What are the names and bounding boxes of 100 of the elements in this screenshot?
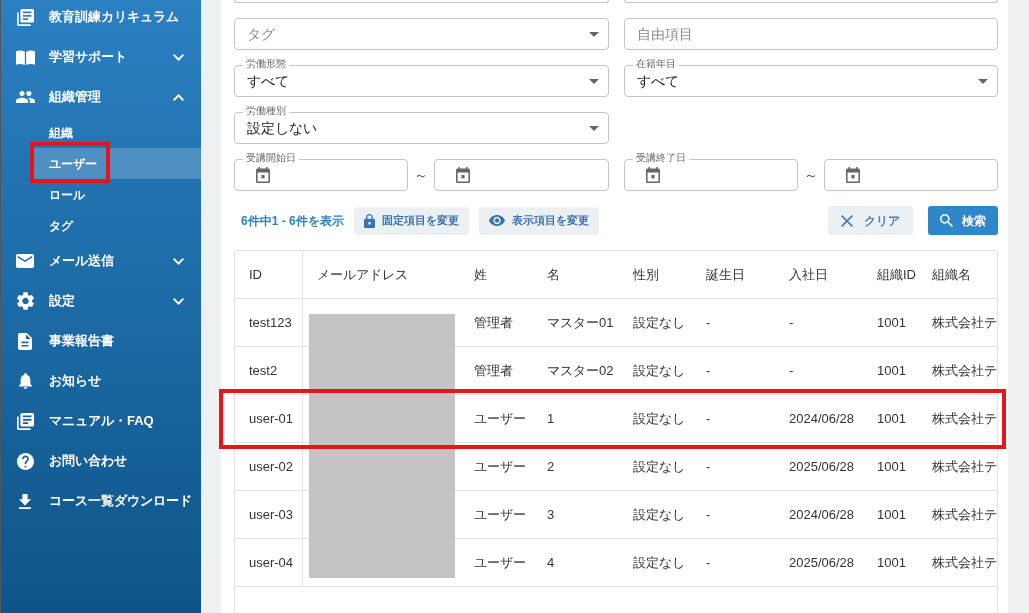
lock-icon [363, 213, 375, 228]
table-cell: user-02 [235, 443, 303, 490]
stacked-pages-icon [16, 8, 34, 26]
table-cell-text: 2024/06/28 [788, 505, 856, 524]
column-header: 誕生日 [705, 265, 746, 284]
table-cell-text: 1001 [876, 553, 907, 572]
caret-down-icon [588, 31, 599, 37]
people-icon [15, 91, 35, 103]
caret-down-icon [588, 78, 599, 84]
field-label: 受講開始日 [243, 152, 299, 164]
help-icon [16, 452, 34, 470]
table-cell-text: 1 [546, 409, 556, 428]
table-cell-text: マスター01 [546, 313, 615, 332]
table-cell-text: ユーザー [473, 409, 527, 428]
table-cell-text: 株式会社テ [931, 313, 997, 332]
table-cell-text: 1001 [876, 457, 907, 476]
sidebar-item[interactable]: メール送信 [1, 241, 201, 281]
sidebar-subitem[interactable]: 組織 [34, 123, 201, 142]
table-cell-text: 株式会社テ [931, 361, 997, 380]
open-book-icon [15, 49, 35, 65]
text-input[interactable]: 自由項目 [623, 18, 998, 50]
table-cell-text: - [705, 457, 712, 476]
table-cell: user-04 [235, 539, 303, 586]
table-cell-text: 1001 [876, 505, 907, 524]
table-cell-text: 設定なし [632, 409, 686, 428]
table-cell-text: - [788, 361, 795, 380]
table-cell-text: - [705, 313, 712, 332]
close-icon [841, 214, 853, 227]
sidebar-subitem[interactable]: ユーザー [34, 148, 201, 179]
envelope-icon [16, 254, 34, 268]
sidebar-item[interactable]: 組織管理 [1, 77, 201, 117]
table-cell-text: ユーザー [473, 505, 527, 524]
download-icon [19, 493, 31, 509]
column-header: 名 [546, 265, 561, 284]
table-cell-text: 株式会社テ [931, 409, 997, 428]
stacked-pages-icon [16, 412, 34, 430]
column-header: メールアドレス [316, 265, 409, 284]
column-header: 性別 [632, 265, 660, 284]
table-cell-text: - [705, 361, 712, 380]
toolbar-button[interactable]: 固定項目を変更 [353, 206, 469, 235]
field-label: 在籍年目 [632, 58, 679, 70]
column-header: ID [235, 251, 303, 298]
toolbar-button[interactable]: 表示項目を変更 [478, 206, 599, 235]
sidebar-item[interactable]: お知らせ [1, 361, 201, 401]
document-icon [18, 332, 32, 350]
table-cell-text: - [788, 313, 795, 332]
table-cell-text: 1001 [876, 361, 907, 380]
date-field[interactable] [434, 159, 609, 191]
sidebar-subitem[interactable]: ロール [34, 185, 201, 204]
caret-down-icon [588, 125, 599, 131]
table-cell-text: 2 [546, 457, 556, 476]
search-button[interactable]: 検索 [928, 206, 998, 235]
settings-icon [16, 292, 34, 310]
range-separator: ～ [802, 165, 819, 185]
input-field[interactable] [234, 0, 609, 3]
table-cell-text: 2025/06/28 [788, 553, 856, 572]
table-cell: user-03 [235, 491, 303, 538]
column-header: 姓 [473, 265, 488, 284]
table-cell-text: 4 [546, 553, 556, 572]
column-header: 組織ID [876, 265, 917, 284]
sidebar-item[interactable]: マニュアル・FAQ [1, 401, 201, 441]
sidebar-subitem[interactable]: タグ [34, 216, 201, 235]
table-cell-text: マスター02 [546, 361, 615, 380]
table-cell-text: 1001 [876, 409, 907, 428]
sidebar-item[interactable]: お問い合わせ [1, 441, 201, 481]
field-label: 労働種別 [243, 105, 289, 117]
table-cell-text: 株式会社テ [931, 553, 997, 572]
clear-button[interactable]: クリア [828, 206, 913, 235]
table-cell-text: 設定なし [632, 505, 686, 524]
calendar-icon [845, 167, 860, 183]
sidebar-item[interactable]: 教育訓練カリキュラム [1, 0, 201, 37]
table-cell-text: 設定なし [632, 553, 686, 572]
calendar-icon [456, 167, 471, 183]
table-cell-text: ユーザー [473, 457, 527, 476]
table-cell-text: - [705, 553, 712, 572]
calendar-icon [256, 167, 270, 183]
table-cell: test2 [235, 347, 303, 394]
select-field[interactable]: タグ [234, 18, 609, 50]
table-cell: user-01 [235, 395, 303, 442]
field-label: 労働形態 [243, 58, 289, 70]
table-cell-text: 1001 [876, 313, 907, 332]
table-cell-text: 2025/06/28 [788, 457, 856, 476]
bell-icon [18, 373, 32, 389]
range-separator: ～ [413, 165, 430, 185]
table-cell-text: 管理者 [473, 313, 514, 332]
eye-icon [488, 215, 505, 226]
sidebar-item[interactable]: 学習サポート [1, 37, 201, 77]
caret-down-icon [978, 78, 988, 84]
sidebar-item[interactable]: 設定 [1, 281, 201, 321]
table-cell-text: 設定なし [632, 457, 686, 476]
table-cell: test123 [235, 299, 303, 346]
sidebar-item[interactable]: コース一覧ダウンロード [1, 481, 201, 521]
table-cell-text: 株式会社テ [931, 505, 997, 524]
sidebar-item[interactable]: 事業報告書 [1, 321, 201, 361]
table-cell-text: 2024/06/28 [788, 409, 856, 428]
column-header: 入社日 [788, 265, 829, 284]
table-cell-text: 株式会社テ [931, 457, 997, 476]
date-field[interactable] [823, 159, 998, 191]
table-cell-text: ユーザー [473, 553, 527, 572]
table-cell-text: 設定なし [632, 361, 686, 380]
